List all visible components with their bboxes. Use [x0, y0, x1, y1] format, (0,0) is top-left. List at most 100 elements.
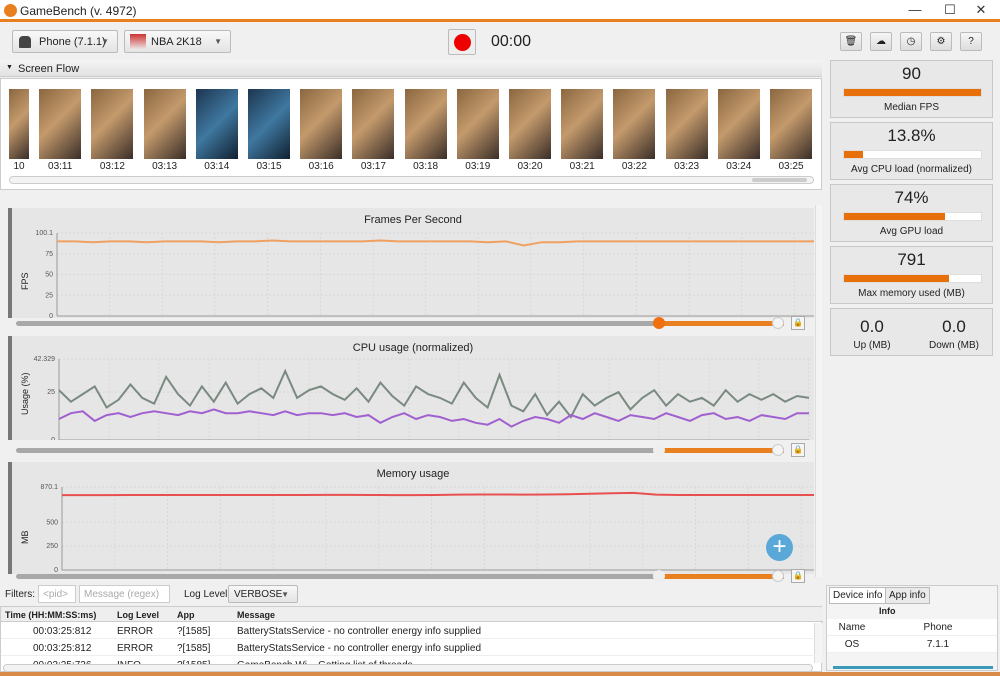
thumbnail-time: 03:14	[204, 161, 230, 172]
upload-icon: ☁	[876, 36, 886, 47]
thumbnail-time: 03:21	[569, 161, 595, 172]
metric-bar	[843, 88, 982, 97]
screen-thumbnail[interactable]	[717, 89, 760, 159]
download-value: 0.0	[942, 317, 966, 336]
upload-button[interactable]: ☁	[870, 32, 892, 51]
chevron-down-icon: ▼	[281, 590, 289, 599]
lock-button[interactable]: 🔒	[791, 443, 805, 457]
settings-button[interactable]: ⚙	[930, 32, 952, 51]
column-header[interactable]: Message	[237, 610, 275, 620]
maximize-button[interactable]: ☐	[935, 2, 965, 20]
lock-button[interactable]: 🔒	[791, 316, 805, 330]
log-cell: ERROR	[117, 626, 154, 637]
metric-card: 90 Median FPS	[830, 60, 993, 118]
info-header: Info	[879, 606, 896, 616]
column-header[interactable]: Log Level	[117, 610, 159, 620]
screen-thumbnail[interactable]	[352, 89, 395, 159]
column-header[interactable]: App	[177, 610, 195, 620]
log-cell: BatteryStatsService - no controller ener…	[237, 626, 482, 637]
charts-scrollbar[interactable]	[815, 205, 822, 577]
screen-thumbnail[interactable]	[195, 89, 238, 159]
log-row[interactable]: 00:03:25:812 ERROR ?[1585] BatteryStatsServ…	[1, 640, 813, 656]
slider-end-handle[interactable]	[772, 444, 784, 456]
metric-card: 791 Max memory used (MB)	[830, 246, 993, 304]
cpu-range-slider[interactable]	[16, 444, 784, 456]
thumbnail-time: 03:18	[413, 161, 439, 172]
screen-flow-header[interactable]: ▼ Screen Flow	[0, 60, 822, 77]
tab-device-info[interactable]: Device info	[829, 587, 887, 604]
screen-thumbnail[interactable]	[509, 89, 551, 159]
series-line-0	[62, 491, 814, 497]
device-select[interactable]: Phone (7.1.1) ▼	[12, 30, 118, 53]
help-button[interactable]: ?	[960, 32, 982, 51]
log-level-select[interactable]: VERBOSE ▼	[228, 585, 298, 603]
metric-value: 791	[897, 250, 926, 269]
message-filter-input[interactable]: Message (regex)	[79, 585, 170, 603]
app-logo-icon	[4, 4, 17, 17]
slider-end-handle[interactable]	[772, 317, 784, 329]
metric-value: 90	[902, 64, 921, 83]
chart-plot: 02:5502:5702:5903:0103:0303:0503:0703:09…	[40, 484, 814, 574]
screen-thumbnail[interactable]	[39, 89, 82, 159]
y-tick-label: 42.329	[34, 356, 56, 363]
app-select[interactable]: NBA 2K18 ▼	[124, 30, 231, 53]
screen-thumbnail[interactable]	[665, 89, 708, 159]
metric-bar	[843, 212, 982, 221]
y-tick-label: 50	[45, 272, 53, 279]
record-button[interactable]	[448, 29, 476, 55]
metric-card: 74% Avg GPU load	[830, 184, 993, 242]
y-tick-label: 25	[45, 292, 53, 299]
delete-button[interactable]: 🗑	[840, 32, 862, 51]
chart-plot: 02:5302:5502:5702:5903:0103:0303:0503:07…	[35, 230, 814, 318]
metric-label: Avg CPU load (normalized)	[851, 164, 972, 175]
series-line-1	[58, 408, 809, 428]
minimize-button[interactable]: —	[900, 2, 930, 20]
history-button[interactable]: ◷	[900, 32, 922, 51]
screen-thumbnail[interactable]	[143, 89, 186, 159]
info-key: Name	[838, 622, 866, 633]
slider-start-handle[interactable]	[652, 444, 665, 456]
tab-app-info[interactable]: App info	[885, 587, 930, 604]
log-cell: 00:03:25:812	[33, 626, 92, 637]
log-cell: 00:03:25:812	[33, 643, 92, 654]
close-button[interactable]: ✕	[966, 2, 996, 20]
chevron-down-icon: ▼	[101, 37, 109, 46]
screen-thumbnail[interactable]	[248, 89, 290, 159]
screen-thumbnail[interactable]	[404, 89, 447, 159]
metric-bar-fill	[844, 213, 946, 220]
column-header[interactable]: Time (HH:MM:SS:ms)	[5, 610, 96, 620]
delete-icon: 🗑	[844, 36, 858, 47]
slider-end-handle[interactable]	[772, 570, 784, 582]
screen-thumbnail[interactable]	[300, 89, 343, 159]
screen-thumbnail[interactable]	[770, 89, 812, 159]
screen-thumbnail[interactable]	[91, 89, 134, 159]
metric-bar-fill	[844, 151, 863, 158]
title-bar: GameBench (v. 4972) — ☐ ✕	[0, 0, 1000, 22]
log-cell: ?[1585]	[177, 643, 211, 654]
screen-thumbnail[interactable]	[9, 89, 29, 159]
slider-range	[658, 574, 784, 579]
add-marker-button[interactable]: +	[766, 534, 793, 561]
chevron-down-icon: ▼	[214, 37, 222, 46]
thumbnail-time: 03:25	[778, 161, 804, 172]
slider-start-handle[interactable]	[652, 317, 665, 329]
pid-filter-input[interactable]: <pid>	[38, 585, 76, 603]
slider-range	[658, 448, 784, 453]
screen-flow-scrollbar[interactable]	[9, 176, 814, 184]
log-horizontal-scrollbar[interactable]	[3, 664, 813, 672]
screen-thumbnail[interactable]	[456, 89, 499, 159]
memory-range-slider[interactable]	[16, 570, 784, 582]
log-vertical-scrollbar[interactable]	[814, 623, 822, 663]
screen-thumbnail[interactable]	[613, 89, 656, 159]
thumbnail-time: 03:19	[465, 161, 491, 172]
log-row[interactable]: 00:03:25:812 ERROR ?[1585] BatteryStatsServ…	[1, 623, 813, 639]
slider-start-handle[interactable]	[652, 570, 665, 582]
device-label: Phone (7.1.1)	[39, 36, 106, 48]
thumbnail-time: 03:20	[517, 161, 543, 172]
fps-range-slider[interactable]	[16, 317, 784, 329]
log-level-label: Log Level:	[184, 589, 231, 600]
lock-button[interactable]: 🔒	[791, 569, 805, 583]
screen-thumbnail[interactable]	[561, 89, 604, 159]
thumbnail-time: 03:23	[674, 161, 700, 172]
metric-bar	[843, 274, 982, 283]
